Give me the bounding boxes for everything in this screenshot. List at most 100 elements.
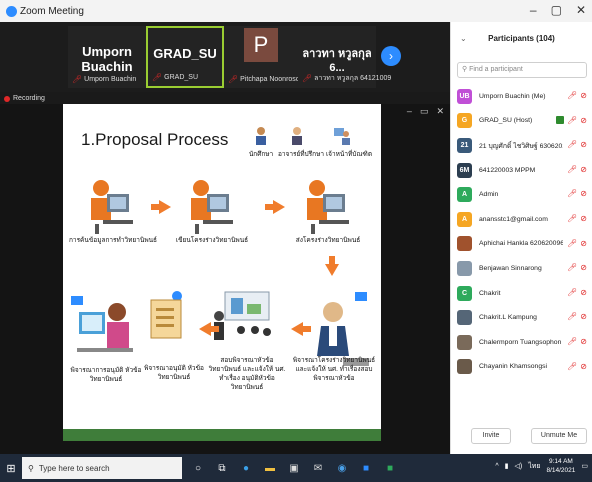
participant-status-icons: 🎤︎ ⊘ xyxy=(567,239,587,248)
share-view-controls: – ▭ ✕ xyxy=(407,106,444,117)
flow-arrow-left xyxy=(199,322,219,336)
task-view-icon[interactable]: ⧉ xyxy=(214,458,230,478)
invite-button[interactable]: Invite xyxy=(471,428,511,444)
participant-row[interactable]: G GRAD_SU (Host) 🎤︎ ⊘ xyxy=(451,109,592,134)
maximize-icon[interactable]: ▢ xyxy=(551,3,562,17)
tile-caption: 🎤︎ Umporn Buachin xyxy=(72,75,137,84)
role-label: อาจารย์ที่ปรึกษา xyxy=(277,151,325,158)
tray-up-chevron-icon[interactable]: ^ xyxy=(495,463,498,470)
video-off-icon: ⊘ xyxy=(580,336,587,346)
tile-caption: 🎤︎ Pitchapa Noonrosoi xyxy=(228,75,302,84)
video-off-icon: ⊘ xyxy=(580,213,587,223)
student-computer-icon xyxy=(191,180,233,234)
avatar: 6M xyxy=(457,162,472,178)
staff-icon xyxy=(334,128,350,145)
flow-arrow-right xyxy=(265,200,285,214)
store-icon[interactable]: ▣ xyxy=(286,458,302,478)
windows-start-icon[interactable]: ⊞ xyxy=(0,454,22,482)
tile-name: GRAD_SU xyxy=(153,46,217,61)
edge-icon[interactable]: ● xyxy=(238,458,254,478)
chrome-icon[interactable]: ◉ xyxy=(334,458,350,478)
participant-row[interactable]: Chayanin Khamsongsi 🎤︎ ⊘ xyxy=(451,355,592,380)
presentation-slide: 1.Proposal Process นักศึกษา อาจารย์ที่ปร… xyxy=(63,104,381,441)
participant-status-icons: 🎤︎ ⊘ xyxy=(567,165,587,174)
muted-mic-icon: 🎤︎ xyxy=(567,189,578,199)
participant-row[interactable]: Aphichai Hankla 620620096 🎤︎ ⊘ xyxy=(451,232,592,257)
avatar: UB xyxy=(457,88,472,104)
tile-caption: 🎤︎ GRAD_SU xyxy=(152,73,198,82)
video-off-icon: ⊘ xyxy=(580,238,587,248)
participant-name: Chayanin Khamsongsi xyxy=(479,363,548,371)
avatar xyxy=(457,334,472,350)
record-dot-icon xyxy=(4,95,10,102)
minimize-icon[interactable]: – xyxy=(407,106,412,117)
volume-icon[interactable]: ◁) xyxy=(514,462,522,470)
video-off-icon: ⊘ xyxy=(580,361,587,371)
participant-name: Umporn Buachin (Me) xyxy=(479,92,546,100)
participant-status-icons: 🎤︎ ⊘ xyxy=(567,312,587,321)
video-tile-active[interactable]: GRAD_SU 🎤︎ GRAD_SU xyxy=(146,26,224,88)
file-explorer-icon[interactable]: ▬ xyxy=(262,458,278,478)
taskbar-apps: ○ ⧉ ● ▬ ▣ ✉ ◉ ■ ■ xyxy=(190,458,398,478)
avatar: A xyxy=(457,187,472,203)
video-off-icon: ⊘ xyxy=(580,189,587,199)
video-tile[interactable]: P 🎤︎ Pitchapa Noonrosoi xyxy=(224,26,302,88)
zoom-screen: Zoom Meeting – ▢ ✕ Umporn Buachin 🎤︎ Umpo… xyxy=(0,0,592,482)
participant-name: GRAD_SU (Host) xyxy=(479,117,533,125)
participant-search-input[interactable]: ⚲ Find a participant xyxy=(457,62,587,78)
muted-mic-icon: 🎤︎ xyxy=(567,140,578,150)
close-icon[interactable]: ✕ xyxy=(436,106,444,117)
avatar: 21 xyxy=(457,137,472,153)
video-off-icon: ⊘ xyxy=(580,164,587,174)
notifications-icon[interactable]: ▭ xyxy=(581,462,588,470)
network-icon[interactable]: ▮ xyxy=(505,462,509,470)
muted-mic-icon: 🎤︎ xyxy=(567,361,578,371)
step-label: ส่งโครงร่างวิทยานิพนธ์ xyxy=(295,237,361,244)
unmute-me-button[interactable]: Unmute Me xyxy=(531,428,587,444)
participant-name: Chalermporn Tuangsophon xyxy=(479,338,562,346)
video-off-icon: ⊘ xyxy=(580,115,587,125)
video-tile[interactable]: Umporn Buachin 🎤︎ Umporn Buachin xyxy=(68,26,146,88)
system-clock[interactable]: 9:14 AM 8/14/2021 xyxy=(546,457,575,475)
participant-row[interactable]: Benjawan Sinnarong 🎤︎ ⊘ xyxy=(451,256,592,281)
participant-row[interactable]: 6M 641220003 MPPM 🎤︎ ⊘ xyxy=(451,158,592,183)
avatar: A xyxy=(457,211,472,227)
next-page-button[interactable]: › xyxy=(381,46,401,66)
windows-taskbar: ⊞ ⚲ Type here to search ○ ⧉ ● ▬ ▣ ✉ ◉ ■ … xyxy=(0,454,592,482)
participant-row[interactable]: 21 21 บุญศักดิ์ ไชวิศิษฐ์ 63062014... 🎤︎⊘ xyxy=(451,133,592,158)
participant-row[interactable]: Chakrit.L Kampung 🎤︎ ⊘ xyxy=(451,305,592,330)
participant-row[interactable]: Chalermporn Tuangsophon 🎤︎ ⊘ xyxy=(451,330,592,355)
muted-mic-icon: 🎤︎ xyxy=(567,336,578,346)
step-label: พิจารณาอนุมัติ หัวข้อวิทยานิพนธ์ xyxy=(144,365,204,381)
participant-status-icons: 🎤︎ ⊘ xyxy=(567,189,587,198)
screen-share-icon xyxy=(556,115,565,124)
video-tile[interactable]: ลาวทา หวูลกุล 6... 🎤︎ ลาวทา หวูลกุล 64121… xyxy=(298,26,391,88)
muted-mic-icon: 🎤︎ xyxy=(567,164,578,174)
mail-icon[interactable]: ✉ xyxy=(310,458,326,478)
line-icon[interactable]: ■ xyxy=(382,458,398,478)
close-icon[interactable]: ✕ xyxy=(576,3,586,17)
muted-mic-icon: 🎤︎ xyxy=(567,238,578,248)
role-label: นักศึกษา xyxy=(248,151,274,158)
tile-caption: 🎤︎ ลาวทา หวูลกุล 64121009 xyxy=(302,74,392,83)
participant-row[interactable]: A Admin 🎤︎ ⊘ xyxy=(451,182,592,207)
video-off-icon: ⊘ xyxy=(580,312,587,322)
participant-row[interactable]: C Chakrit 🎤︎ ⊘ xyxy=(451,281,592,306)
participants-footer: Invite Unmute Me xyxy=(451,428,592,446)
flow-arrow-left xyxy=(291,322,311,336)
taskbar-search-input[interactable]: ⚲ Type here to search xyxy=(22,457,182,479)
participant-status-icons: 🎤︎ ⊘ xyxy=(567,362,587,371)
muted-mic-icon: 🎤︎ xyxy=(228,75,239,84)
participant-status-icons: 🎤︎ ⊘ xyxy=(567,288,587,297)
participant-row[interactable]: Aanansstc1@gmail.com 🎤︎ ⊘ xyxy=(451,207,592,232)
restore-icon[interactable]: ▭ xyxy=(420,106,429,117)
input-language[interactable]: ไทย xyxy=(528,461,540,472)
zoom-icon[interactable]: ■ xyxy=(358,458,374,478)
muted-mic-icon: 🎤︎ xyxy=(567,263,578,273)
role-label: เจ้าหน้าที่บัณฑิต xyxy=(325,151,373,158)
participant-list: UB Umporn Buachin (Me) 🎤︎ ⊘ G GRAD_SU (Host) 🎤… xyxy=(451,84,592,379)
cortana-icon[interactable]: ○ xyxy=(190,458,206,478)
participant-row[interactable]: UB Umporn Buachin (Me) 🎤︎ ⊘ xyxy=(451,84,592,109)
minimize-icon[interactable]: – xyxy=(530,3,537,17)
avatar: P xyxy=(244,28,278,62)
